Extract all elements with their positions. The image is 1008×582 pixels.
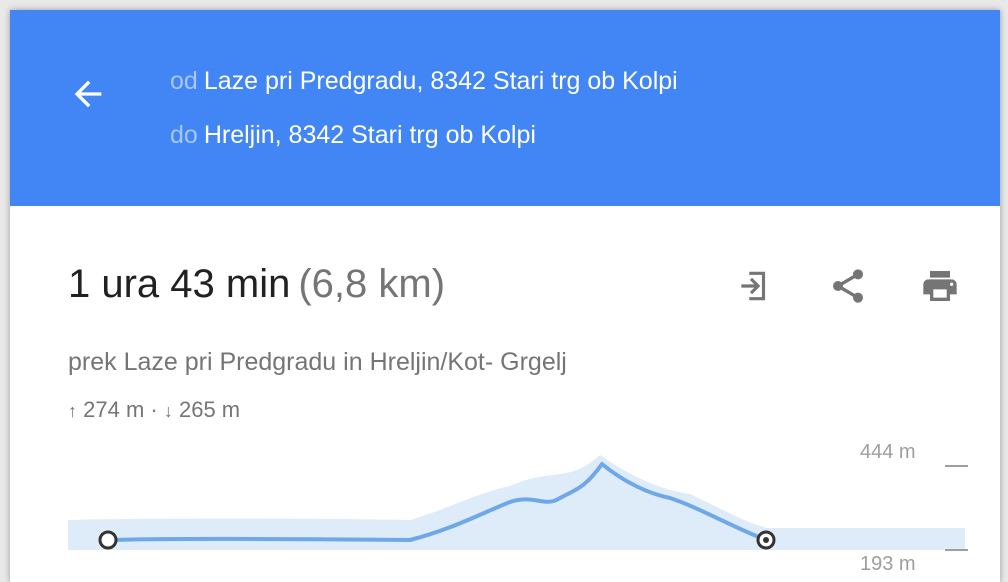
route-start-marker: [98, 530, 118, 550]
back-button[interactable]: [62, 68, 114, 120]
arrow-back-icon: [74, 80, 102, 108]
to-place: Hreljin, 8342 Stari trg ob Kolpi: [203, 121, 536, 149]
elevation-area: [68, 455, 965, 550]
descent-value: 265 m: [178, 397, 241, 422]
elevation-max-label: 444 m: [860, 441, 916, 463]
share-button[interactable]: [824, 262, 872, 310]
to-prefix: do: [170, 121, 198, 149]
directions-panel: od Laze pri Predgradu, 8342 Stari trg ob …: [10, 10, 1000, 582]
send-to-phone-button[interactable]: [730, 262, 778, 310]
send-to-device-icon: [741, 271, 766, 301]
descent-arrow: ↓: [163, 401, 173, 421]
route-actions: [730, 262, 980, 318]
route-from[interactable]: od Laze pri Predgradu, 8342 Stari trg ob …: [170, 66, 678, 96]
print-icon: [923, 271, 957, 301]
ascent-value: 274 m: [83, 397, 145, 422]
ascent-arrow: ↑: [68, 401, 77, 421]
route-end-marker-dot: [763, 537, 769, 543]
elevation-summary: ↑ 274 m · ↓ 265 m: [68, 397, 240, 423]
route-to[interactable]: do Hreljin, 8342 Stari trg ob Kolpi: [170, 120, 536, 150]
route-duration: 1 ura 43 min: [68, 262, 291, 306]
route-distance: (6,8 km): [298, 262, 446, 306]
print-button[interactable]: [916, 262, 964, 310]
share-icon: [833, 269, 863, 303]
route-summary: 1 ura 43 min (6,8 km): [68, 262, 445, 307]
climb-separator: ·: [150, 397, 158, 422]
route-via: prek Laze pri Predgradu in Hreljin/Kot- …: [68, 348, 567, 376]
elevation-chart: 444 m 193 m: [68, 441, 968, 575]
elevation-min-label: 193 m: [860, 553, 916, 575]
from-prefix: od: [170, 67, 198, 95]
from-place: Laze pri Predgradu, 8342 Stari trg ob Ko…: [203, 67, 678, 95]
route-header: od Laze pri Predgradu, 8342 Stari trg ob …: [10, 10, 1000, 206]
